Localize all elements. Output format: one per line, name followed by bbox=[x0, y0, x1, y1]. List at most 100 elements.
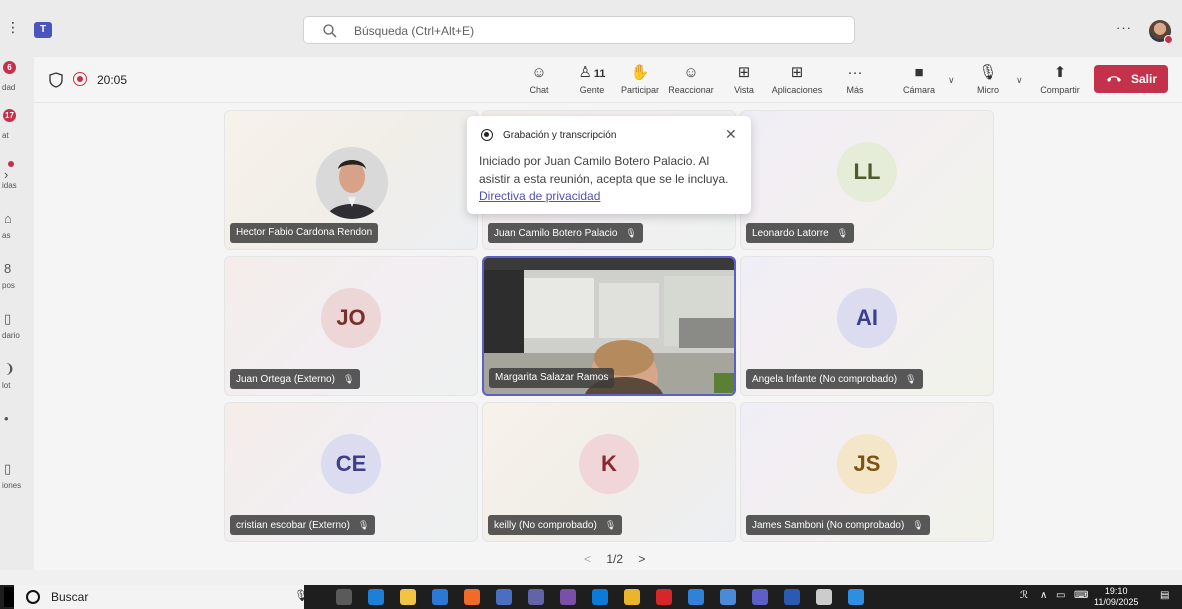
add-app-icon: ⊞ bbox=[790, 64, 804, 81]
rail-item-label: at bbox=[2, 131, 9, 140]
rail-item-teams[interactable]: ⌂ as bbox=[0, 207, 34, 247]
app-linux-icon[interactable] bbox=[720, 589, 736, 605]
rail-item-calls[interactable]: › idas bbox=[0, 157, 34, 197]
mic-off-icon: 🎙 bbox=[357, 520, 370, 530]
people-icon: 8 bbox=[4, 261, 12, 276]
page-indicator: 1/2 bbox=[606, 552, 624, 566]
rail-item-label: pos bbox=[2, 281, 15, 290]
camera-label: Cámara bbox=[902, 85, 935, 95]
rail-item-calendar[interactable]: ▯ dario bbox=[0, 307, 34, 347]
app-store-blue-icon[interactable] bbox=[848, 589, 864, 605]
taskbar-search[interactable]: Buscar 🎙 bbox=[14, 585, 308, 609]
mail-icon[interactable] bbox=[592, 589, 608, 605]
app-draw-icon[interactable] bbox=[688, 589, 704, 605]
notifications-icon[interactable]: ▤ bbox=[1160, 590, 1169, 601]
meeting-toolbar: 20:05 ☺ Chat ♙ 11 Gente ✋ Participar ☺ Re… bbox=[34, 57, 1182, 103]
participant-tile-hector[interactable]: Hector Fabio Cardona Rendon bbox=[224, 110, 478, 250]
camera-options-chevron-icon[interactable]: ∨ bbox=[948, 75, 955, 86]
people-tray-icon[interactable]: ℛ bbox=[1020, 590, 1028, 601]
rail-item-label: idas bbox=[2, 181, 17, 190]
recording-icon bbox=[481, 129, 493, 141]
task-view-icon[interactable] bbox=[336, 589, 352, 605]
camera-button[interactable]: ■ Cámara bbox=[900, 63, 938, 99]
react-button[interactable]: ☺ Reaccionar bbox=[668, 63, 714, 99]
start-button[interactable] bbox=[4, 587, 14, 607]
rail-item-copilot[interactable]: ❩ lot bbox=[0, 357, 34, 397]
participant-tile-keilly[interactable]: K keilly (No comprobado) 🎙 bbox=[482, 402, 736, 542]
rail-item-label: dad bbox=[2, 83, 16, 92]
edge-icon[interactable] bbox=[368, 589, 384, 605]
people-button[interactable]: ♙ 11 Gente bbox=[572, 63, 612, 99]
mic-off-icon: 🎙 bbox=[625, 228, 637, 238]
keyboard-icon[interactable]: ⌨ bbox=[1074, 590, 1088, 601]
rail-item-more[interactable]: • bbox=[0, 407, 34, 447]
mic-button[interactable]: 🎙 Micro bbox=[972, 63, 1004, 99]
participant-photo bbox=[316, 147, 388, 219]
prev-page-chevron-icon[interactable]: < bbox=[584, 552, 591, 566]
shield-icon[interactable] bbox=[49, 72, 63, 88]
windows-taskbar: Buscar 🎙 ℛ ∧ ▭ ⌨ 19:10 11/09/2025 ▤ bbox=[0, 585, 1182, 609]
avatar bbox=[316, 147, 388, 219]
status-busy-icon bbox=[1164, 35, 1173, 44]
share-button[interactable]: ⬆ Compartir bbox=[1038, 63, 1082, 99]
participant-tile-james[interactable]: JS James Samboni (No comprobado) 🎙 bbox=[740, 402, 994, 542]
apps-icon: ▯ bbox=[4, 461, 12, 476]
system-clock[interactable]: 19:10 11/09/2025 bbox=[1094, 586, 1138, 608]
firefox-icon[interactable] bbox=[464, 589, 480, 605]
teams-icon[interactable] bbox=[752, 589, 768, 605]
search-placeholder: Búsqueda (Ctrl+Alt+E) bbox=[354, 24, 475, 38]
participant-tile-angela[interactable]: AI Angela Infante (No comprobado) 🎙 bbox=[740, 256, 994, 396]
mic-off-icon: 🎙 bbox=[342, 374, 355, 384]
more-options-icon[interactable]: ··· bbox=[1116, 20, 1132, 35]
mic-off-icon: 🎙 bbox=[836, 228, 849, 238]
emoji-icon: ☺ bbox=[683, 64, 699, 81]
search-input[interactable]: Búsqueda (Ctrl+Alt+E) bbox=[303, 16, 855, 44]
raise-hand-button[interactable]: ✋ Participar bbox=[618, 63, 662, 99]
profile-avatar[interactable] bbox=[1149, 20, 1173, 44]
microphone-icon[interactable]: 🎙 bbox=[294, 589, 308, 602]
next-page-chevron-icon[interactable]: > bbox=[638, 552, 645, 566]
app-cortana-icon[interactable] bbox=[560, 589, 576, 605]
apps-label: Aplicaciones bbox=[771, 85, 823, 95]
network-icon[interactable]: ▭ bbox=[1056, 590, 1065, 601]
popup-body: Iniciado por Juan Camilo Botero Palacio.… bbox=[479, 154, 729, 186]
calendar-icon: ▯ bbox=[4, 311, 12, 326]
participant-tile-cristian[interactable]: CE cristian escobar (Externo) 🎙 bbox=[224, 402, 478, 542]
phone-hangup-icon bbox=[1107, 76, 1121, 82]
chat-button[interactable]: ☺ Chat bbox=[522, 63, 556, 99]
participant-name: Juan Ortega (Externo) 🎙 bbox=[230, 369, 361, 389]
settings-icon[interactable] bbox=[816, 589, 832, 605]
rail-item-activity[interactable]: 6 dad bbox=[0, 59, 34, 99]
app-blue-icon[interactable] bbox=[496, 589, 512, 605]
search-icon bbox=[323, 24, 337, 38]
avatar-initials: K bbox=[579, 434, 639, 494]
app-menu-icon[interactable]: ⋮ bbox=[6, 19, 20, 36]
app-teams-classic-icon[interactable] bbox=[528, 589, 544, 605]
apps-button[interactable]: ⊞ Aplicaciones bbox=[768, 63, 826, 99]
people-icon: ♙ 11 bbox=[578, 64, 606, 81]
opera-icon[interactable] bbox=[656, 589, 672, 605]
file-explorer-icon[interactable] bbox=[400, 589, 416, 605]
leave-button[interactable]: Salir bbox=[1094, 65, 1168, 93]
store-icon[interactable] bbox=[432, 589, 448, 605]
more-icon: ··· bbox=[847, 64, 863, 81]
close-icon[interactable]: ✕ bbox=[725, 126, 737, 143]
participant-name: keilly (No comprobado) 🎙 bbox=[488, 515, 623, 535]
chrome-icon[interactable] bbox=[624, 589, 640, 605]
rail-item-chat[interactable]: 17 at bbox=[0, 107, 34, 147]
participant-tile-margarita[interactable]: Margarita Salazar Ramos bbox=[482, 256, 736, 396]
share-icon: ⬆ bbox=[1053, 64, 1067, 81]
chevron-up-icon[interactable]: ∧ bbox=[1040, 590, 1047, 601]
word-icon[interactable] bbox=[784, 589, 800, 605]
view-button[interactable]: ⊞ Vista bbox=[730, 63, 758, 99]
more-button[interactable]: ··· Más bbox=[842, 63, 868, 99]
participant-tile-leonardo[interactable]: LL Leonardo Latorre 🎙 bbox=[740, 110, 994, 250]
participant-tile-juan-ortega[interactable]: JO Juan Ortega (Externo) 🎙 bbox=[224, 256, 478, 396]
rail-item-label: lot bbox=[2, 381, 11, 390]
rail-item-apps[interactable]: ▯ iones bbox=[0, 457, 34, 497]
privacy-policy-link[interactable]: Directiva de privacidad bbox=[479, 189, 600, 203]
rail-item-groups[interactable]: 8 pos bbox=[0, 257, 34, 297]
clock-date: 11/09/2025 bbox=[1094, 597, 1139, 607]
mic-options-chevron-icon[interactable]: ∨ bbox=[1016, 75, 1023, 86]
participant-name: Angela Infante (No comprobado) 🎙 bbox=[746, 369, 923, 389]
